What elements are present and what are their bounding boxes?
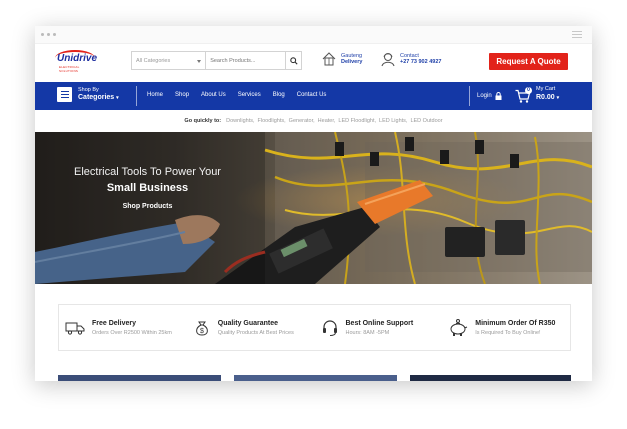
hero-banner: Electrical Tools To Power Your Small Bus… — [35, 132, 592, 284]
money-bag-icon: $ — [195, 321, 208, 336]
nav-link-shop[interactable]: Shop — [175, 92, 189, 98]
search-bar: All Categories — [131, 51, 302, 70]
quick-link-heater[interactable]: Heater, — [318, 118, 336, 124]
login-label: Login — [477, 93, 492, 99]
category-thumbnails — [58, 375, 571, 381]
cart-total: R0.00 — [536, 93, 555, 101]
hero-subheadline: Small Business — [106, 182, 189, 194]
shop-by-categories-button[interactable]: Shop By Categories ▾ — [57, 87, 119, 102]
menu-icon — [57, 87, 72, 102]
delivery-label: Delivery — [341, 59, 363, 65]
search-icon — [289, 56, 298, 65]
quick-links-bar: Go quickly to: Downlights, Floodlights, … — [35, 110, 592, 132]
feature-title: Free Delivery — [92, 319, 136, 327]
truck-icon — [65, 322, 85, 335]
feature-title: Quality Guarantee — [217, 319, 279, 327]
category-thumbnail[interactable] — [234, 375, 397, 381]
quick-link-floodlights[interactable]: Floodlights, — [258, 118, 286, 124]
logo-subtext: ELECTRICAL SOLUTIONS — [59, 65, 80, 73]
site-logo[interactable]: Unidrive ELECTRICAL SOLUTIONS — [55, 50, 99, 74]
quick-link-led-floodlight[interactable]: LED Floodlight, — [338, 118, 376, 124]
chevron-down-icon: ▾ — [116, 95, 119, 101]
category-thumbnail[interactable] — [58, 375, 221, 381]
feature-subtitle: Quality Products At Best Prices — [217, 329, 294, 336]
feature-title: Best Online Support — [345, 319, 414, 327]
feature-minimum-order: Minimum Order Of R350 Is Required To Buy… — [442, 318, 570, 337]
svg-text:$: $ — [200, 328, 204, 335]
feature-subtitle: Orders Over R2500 Within 25km — [92, 329, 172, 336]
support-agent-icon — [381, 53, 395, 67]
nav-divider — [136, 86, 137, 106]
shop-by-label: Shop By — [78, 87, 99, 93]
chevron-down-icon: ▾ — [556, 94, 560, 101]
main-nav: Shop By Categories ▾ Home Shop About Us … — [35, 82, 592, 110]
feature-free-delivery: Free Delivery Orders Over R2500 Within 2… — [59, 319, 187, 337]
features-bar: Free Delivery Orders Over R2500 Within 2… — [58, 304, 571, 351]
categories-label: Categories — [78, 94, 115, 101]
quick-link-downlights[interactable]: Downlights, — [226, 118, 254, 124]
delivery-info[interactable]: Gauteng Delivery — [321, 51, 362, 67]
feature-subtitle: Is Required To Buy Online! — [475, 329, 541, 336]
request-quote-button[interactable]: Request A Quote — [489, 53, 568, 70]
category-thumbnail[interactable] — [410, 375, 571, 381]
cart-label: My Cart — [536, 85, 556, 92]
piggy-bank-icon — [450, 318, 468, 336]
nav-divider — [469, 86, 470, 106]
feature-quality-guarantee: $ Quality Guarantee Quality Products At … — [187, 319, 315, 337]
contact-info[interactable]: Contact +27 73 902 4927 — [380, 51, 441, 67]
window-chrome — [35, 26, 592, 44]
category-select-label: All Categories — [136, 58, 171, 64]
cart-button[interactable]: 0 My Cart R0.00 ▾ — [515, 85, 559, 103]
feature-subtitle: Hours: 8AM -5PM — [345, 329, 390, 336]
quick-links-label: Go quickly to: — [184, 118, 222, 124]
contact-phone[interactable]: +27 73 902 4927 — [400, 59, 441, 65]
nav-link-blog[interactable]: Blog — [273, 92, 285, 98]
category-select[interactable]: All Categories — [132, 52, 207, 69]
window-dots — [41, 33, 56, 36]
search-button[interactable] — [285, 52, 301, 69]
browser-window: Unidrive ELECTRICAL SOLUTIONS All Catego… — [35, 26, 592, 381]
nav-link-about-us[interactable]: About Us — [201, 92, 226, 98]
site-header: Unidrive ELECTRICAL SOLUTIONS All Catego… — [35, 44, 592, 82]
quick-link-led-outdoor[interactable]: LED Outdoor — [410, 118, 442, 124]
feature-online-support: Best Online Support Hours: 8AM -5PM — [315, 319, 443, 337]
quick-link-generator[interactable]: Generator, — [289, 118, 315, 124]
nav-link-contact-us[interactable]: Contact Us — [297, 92, 327, 98]
headset-icon — [322, 319, 337, 336]
hero-headline: Electrical Tools To Power Your — [74, 166, 221, 178]
cart-count-badge: 0 — [525, 87, 532, 94]
chevron-down-icon — [197, 60, 202, 63]
quick-link-led-lights[interactable]: LED Lights, — [379, 118, 407, 124]
house-icon — [322, 52, 336, 66]
login-link[interactable]: Login — [477, 92, 502, 100]
logo-text: Unidrive — [57, 53, 98, 64]
nav-link-home[interactable]: Home — [147, 92, 163, 98]
lock-icon — [495, 92, 502, 100]
nav-link-services[interactable]: Services — [238, 92, 261, 98]
shop-products-button[interactable]: Shop Products — [35, 203, 260, 210]
hamburger-icon[interactable] — [572, 31, 582, 40]
search-input[interactable] — [206, 52, 286, 69]
feature-title: Minimum Order Of R350 — [475, 319, 556, 327]
